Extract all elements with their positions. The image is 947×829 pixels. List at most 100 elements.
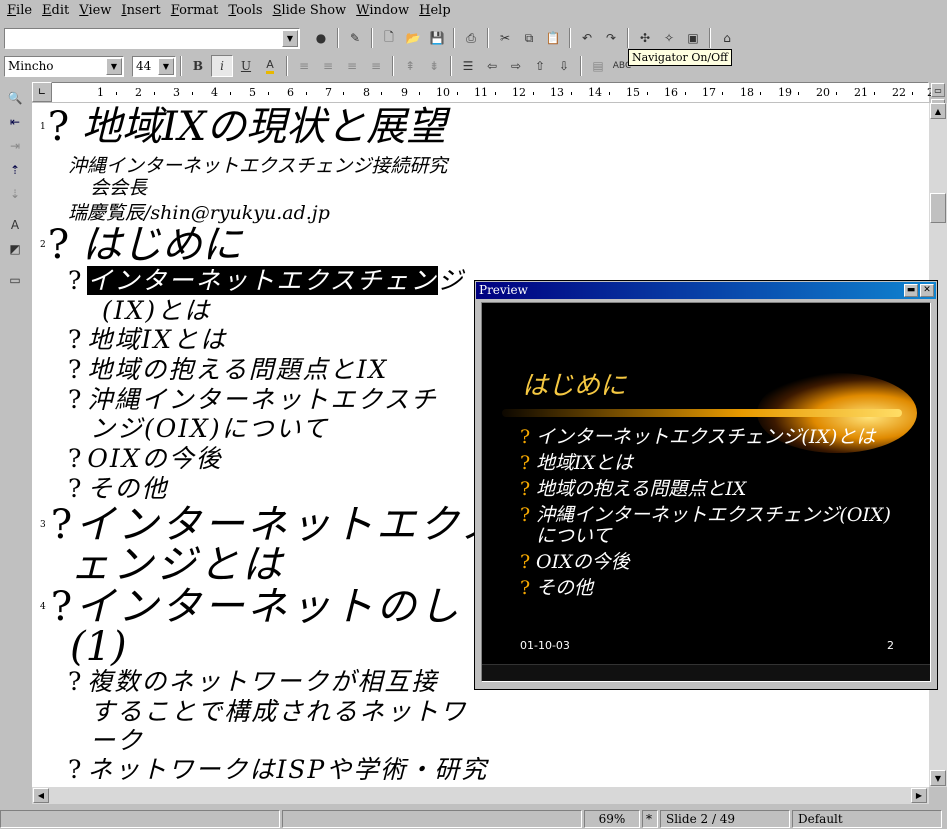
- copy-icon[interactable]: ⧉: [518, 27, 540, 49]
- new-document-icon[interactable]: 🗋: [378, 27, 400, 49]
- align-right-icon[interactable]: ≡: [341, 55, 363, 77]
- scroll-thumb[interactable]: [930, 193, 946, 223]
- zoom-icon[interactable]: 🔍: [4, 87, 26, 109]
- ruler-tick: [874, 92, 875, 95]
- outline-item[interactable]: ? 複数のネットワークが相互接: [68, 667, 438, 697]
- italic-button[interactable]: i: [211, 55, 233, 77]
- outline-title-text[interactable]: ェンジとは: [70, 543, 285, 587]
- slide-indicator: Slide 2 / 49: [660, 809, 790, 828]
- ruler-number: 19: [778, 86, 792, 99]
- menu-help[interactable]: Help: [414, 1, 456, 21]
- outline-slide-title[interactable]: 1? 地域IXの現状と展望: [40, 105, 446, 149]
- black-white-view-icon[interactable]: ◩: [4, 238, 26, 260]
- layout-name: Default: [792, 809, 942, 828]
- font-name-dropdown-icon[interactable]: ▼: [106, 57, 122, 75]
- outline-item[interactable]: ? OIXの今後: [68, 444, 223, 474]
- bold-button[interactable]: B: [187, 55, 209, 77]
- open-folder-icon[interactable]: 📂: [402, 27, 424, 49]
- font-size-combo[interactable]: 44 ▼: [132, 55, 176, 77]
- scroll-right-icon[interactable]: ▶: [911, 788, 927, 803]
- font-size-dropdown-icon[interactable]: ▼: [158, 57, 174, 75]
- formatting-onoff-icon[interactable]: A: [4, 214, 26, 236]
- outline-item-text[interactable]: ーク: [90, 726, 144, 756]
- font-color-icon[interactable]: A: [259, 55, 281, 77]
- ruler-number: 4: [211, 86, 218, 99]
- outline-title-text[interactable]: (1): [70, 625, 127, 669]
- scroll-left-icon[interactable]: ◀: [33, 788, 49, 803]
- justify-icon[interactable]: ≡: [365, 55, 387, 77]
- cut-icon[interactable]: ✂: [494, 27, 516, 49]
- promote-icon[interactable]: ⇦: [481, 55, 503, 77]
- outline-slide-title[interactable]: 4?インターネットのしく: [40, 585, 505, 629]
- redo-icon[interactable]: ↷: [600, 27, 622, 49]
- slide-show-icon[interactable]: ▭: [4, 269, 26, 291]
- paste-icon[interactable]: 📋: [542, 27, 564, 49]
- move-up-icon[interactable]: ⇧: [529, 55, 551, 77]
- horizontal-scrollbar[interactable]: ◀ ▶: [32, 787, 929, 804]
- outline-item[interactable]: ? 地域IXとは: [68, 325, 227, 355]
- menu-file[interactable]: File: [2, 1, 37, 21]
- bullet-mark: ?: [520, 504, 531, 526]
- minimize-icon[interactable]: ▬: [904, 284, 918, 297]
- outline-item-text: 地域の抱える問題点とIX: [87, 355, 389, 384]
- scroll-up-icon[interactable]: ▲: [930, 103, 946, 119]
- font-name-combo[interactable]: Mincho ▼: [4, 55, 124, 77]
- gallery-icon[interactable]: ▣: [682, 27, 704, 49]
- increase-spacing-icon[interactable]: ⇞: [399, 55, 421, 77]
- outline-slide-title[interactable]: 3?インターネットエクス: [40, 503, 504, 547]
- outline-item[interactable]: ? インターネットエクスチェンジ: [68, 266, 465, 296]
- preview-window[interactable]: Preview ▬ ✕ はじめに ? インターネットエクスチェンジ(IX)とは ?…: [474, 280, 938, 690]
- data-sources-icon[interactable]: ⌂: [716, 27, 738, 49]
- align-left-icon[interactable]: ≡: [293, 55, 315, 77]
- menu-insert[interactable]: Insert: [116, 1, 165, 21]
- demote-icon[interactable]: ⇨: [505, 55, 527, 77]
- edit-file-icon[interactable]: ✎: [344, 27, 366, 49]
- toolbar-separator: [627, 28, 629, 48]
- undo-icon[interactable]: ↶: [576, 27, 598, 49]
- url-combo[interactable]: ▼: [4, 27, 300, 49]
- outline-item-text[interactable]: することで構成されるネットワ: [90, 697, 467, 727]
- slide-bullet: ? OIXの今後: [520, 552, 900, 573]
- save-icon[interactable]: 💾: [426, 27, 448, 49]
- toolbar-separator: [580, 56, 582, 76]
- outline-item[interactable]: ? 沖縄インターネットエクスチ: [68, 385, 438, 415]
- show-subpoints-icon[interactable]: ⇣: [4, 183, 26, 205]
- navigator-icon[interactable]: ✣: [634, 27, 656, 49]
- outline-slide-title[interactable]: 2? はじめに: [40, 223, 242, 267]
- horizontal-ruler[interactable]: 1 2 3 4 5 6 7 8 9 10 11 12 13 14 15 16 1…: [32, 82, 941, 102]
- outline-subtitle[interactable]: 会会長: [90, 177, 147, 200]
- drawing-view-icon[interactable]: ▭: [931, 83, 945, 97]
- outline-item[interactable]: ? 地域の抱える問題点とIX: [68, 355, 388, 385]
- outline-subtitle[interactable]: 沖縄インターネットエクスチェンジ接続研究: [68, 155, 447, 178]
- zoom-level[interactable]: 69%: [584, 809, 640, 828]
- print-icon[interactable]: ⎙: [460, 27, 482, 49]
- stop-load-icon[interactable]: ●: [310, 27, 332, 49]
- outline-item[interactable]: ? ネットワークはISPや学術・研究: [68, 755, 488, 785]
- align-center-icon[interactable]: ≡: [317, 55, 339, 77]
- close-icon[interactable]: ✕: [920, 284, 934, 297]
- menu-view[interactable]: View: [74, 1, 116, 21]
- all-levels-icon[interactable]: ⇥: [4, 135, 26, 157]
- first-level-icon[interactable]: ⇤: [4, 111, 26, 133]
- decrease-spacing-icon[interactable]: ⇟: [423, 55, 445, 77]
- menu-window[interactable]: Window: [351, 1, 414, 21]
- ruler-number: 22: [892, 86, 906, 99]
- hide-subpoints-icon[interactable]: ⇡: [4, 159, 26, 181]
- scroll-down-icon[interactable]: ▼: [930, 770, 946, 786]
- menu-edit[interactable]: Edit: [37, 1, 74, 21]
- underline-button[interactable]: U: [235, 55, 257, 77]
- preview-titlebar[interactable]: Preview ▬ ✕: [476, 282, 936, 299]
- character-icon[interactable]: ▤: [587, 55, 609, 77]
- url-dropdown-icon[interactable]: ▼: [282, 29, 298, 47]
- bullets-icon[interactable]: ☰: [457, 55, 479, 77]
- menu-format[interactable]: Format: [166, 1, 224, 21]
- outline-item-text[interactable]: (IX)とは: [102, 296, 211, 326]
- menu-slide-show[interactable]: Slide Show: [268, 1, 352, 21]
- menu-tools[interactable]: Tools: [223, 1, 267, 21]
- stylist-icon[interactable]: ✧: [658, 27, 680, 49]
- toolbar-separator: [453, 28, 455, 48]
- move-down-icon[interactable]: ⇩: [553, 55, 575, 77]
- tab-stop-selector[interactable]: ∟: [32, 82, 52, 102]
- outline-item[interactable]: ? その他: [68, 474, 168, 504]
- outline-item-text[interactable]: ンジ(OIX)について: [90, 414, 329, 444]
